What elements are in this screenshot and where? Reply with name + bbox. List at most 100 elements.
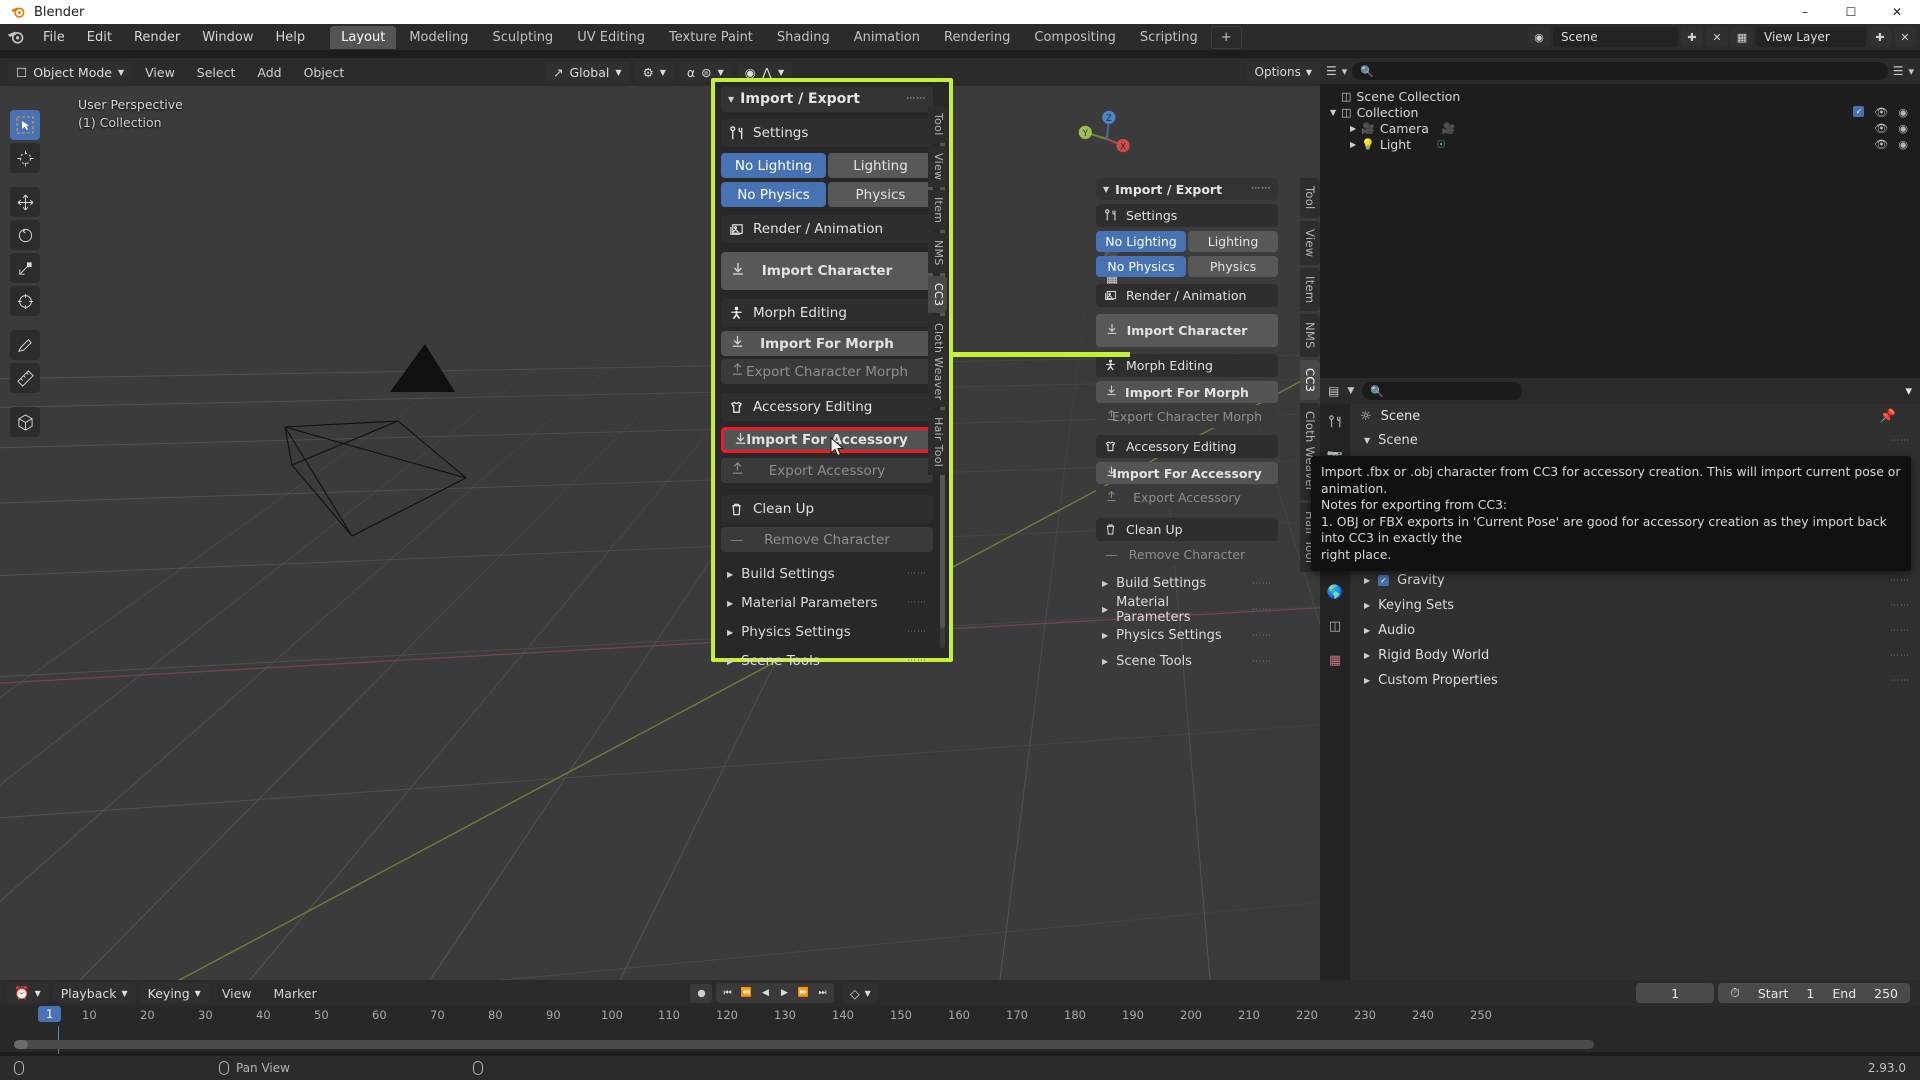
add-workspace-button[interactable]: + (1210, 25, 1242, 49)
morph-editing-button[interactable]: Morph Editing (721, 299, 933, 327)
navigation-gizmo[interactable]: X Y Z (1074, 106, 1140, 172)
import-for-accessory-button[interactable]: Import For Accessory (721, 427, 933, 453)
viewport-menu-object[interactable]: Object (295, 62, 354, 83)
callout-tab-view[interactable]: View (928, 145, 947, 187)
eye-icon[interactable]: 👁 (1874, 122, 1888, 135)
outliner-display-mode-icon[interactable]: ▾ (1342, 65, 1348, 78)
sidebar-tab-item[interactable]: Item (1300, 268, 1320, 312)
properties-section-audio[interactable]: ▶ Audio ⋯⋯ (1350, 618, 1920, 643)
viewport-options-dropdown[interactable]: Options ▼ (1246, 62, 1320, 82)
collection-tab-icon[interactable]: ◫ (1325, 616, 1345, 636)
camera-render-icon[interactable]: ◉ (1898, 122, 1908, 135)
transform-tool[interactable] (10, 286, 40, 316)
sidebar-tab-view[interactable]: View (1300, 220, 1320, 266)
tab-compositing[interactable]: Compositing (1023, 26, 1127, 49)
play-reverse-icon[interactable]: ◀ (757, 985, 774, 1002)
menu-edit[interactable]: Edit (76, 27, 123, 48)
checkbox-icon[interactable]: ✓ (1378, 575, 1390, 586)
maximize-button[interactable]: ☐ (1828, 0, 1874, 24)
timeline-marker-menu[interactable]: Marker (265, 983, 326, 1004)
properties-section-scene[interactable]: ▼ Scene ⋯⋯ (1350, 428, 1920, 453)
keyframe-type-dropdown[interactable]: ◇ ▼ (842, 983, 879, 1003)
scene-browse-icon[interactable]: ◉ (1528, 27, 1550, 47)
render-animation-button[interactable]: Render / Animation (721, 215, 933, 243)
callout-tab-cc3[interactable]: CC3 (928, 275, 947, 314)
sidebar-no-lighting-button[interactable]: No Lighting (1096, 231, 1186, 252)
snap-pivot-dropdown[interactable]: ⚙ ▼ (634, 62, 674, 82)
current-frame-field[interactable]: 1 (1636, 983, 1715, 1003)
tool-tab-icon[interactable] (1325, 412, 1345, 432)
properties-search-input[interactable]: 🔍 (1362, 382, 1523, 400)
timeline-scrollbar[interactable] (14, 1040, 1594, 1049)
rotate-tool[interactable] (10, 220, 40, 250)
tab-layout[interactable]: Layout (330, 25, 397, 49)
menu-render[interactable]: Render (123, 27, 191, 48)
blender-menu-icon[interactable] (6, 28, 26, 46)
sidebar-section-scene-tools[interactable]: ▶ Scene Tools ⋯⋯ (1096, 650, 1278, 673)
sidebar-tab-tool[interactable]: Tool (1300, 178, 1320, 218)
sidebar-morph-editing-button[interactable]: Morph Editing (1096, 354, 1278, 377)
outliner-row-camera[interactable]: ▶ 🎥 Camera 🎥 👁 ◉ (1320, 120, 1920, 136)
sidebar-tab-nms[interactable]: NMS (1300, 314, 1320, 358)
menu-help[interactable]: Help (265, 27, 317, 48)
outliner-row-scene-collection[interactable]: ◫ Scene Collection (1320, 88, 1920, 104)
tab-shading[interactable]: Shading (766, 26, 841, 49)
3d-viewport[interactable]: User Perspective (1) Collection X Y Z ▦ … (0, 86, 1320, 980)
transform-orientation-dropdown[interactable]: ↗ Global ▼ (545, 62, 630, 82)
tab-uv-editing[interactable]: UV Editing (566, 26, 656, 49)
outliner-row-collection[interactable]: ▼ ◫ Collection ✓ 👁 ◉ (1320, 104, 1920, 120)
import-character-button[interactable]: Import Character (721, 252, 933, 290)
sidebar-no-physics-button[interactable]: No Physics (1096, 256, 1186, 277)
tab-scripting[interactable]: Scripting (1129, 26, 1209, 49)
unlink-scene-button[interactable]: ✕ (1706, 27, 1728, 47)
import-for-morph-button[interactable]: Import For Morph (721, 331, 933, 356)
timeline-keying-menu[interactable]: Keying ▼ (139, 983, 209, 1003)
tab-texture-paint[interactable]: Texture Paint (658, 26, 764, 49)
prev-keyframe-icon[interactable]: ⏪ (738, 985, 755, 1002)
outliner-options-icon[interactable]: ▾ (1908, 65, 1914, 78)
minimize-button[interactable]: – (1782, 0, 1828, 24)
callout-tab-item[interactable]: Item (928, 189, 947, 231)
properties-editor-type-icon[interactable]: ▤ (1328, 384, 1339, 398)
eye-icon[interactable]: 👁 (1874, 106, 1888, 119)
timeline-editor-type-button[interactable]: ⏰ ▼ (6, 983, 49, 1003)
properties-options-icon[interactable]: ▾ (1905, 384, 1912, 399)
measure-tool[interactable] (10, 363, 40, 393)
properties-section-custom-properties[interactable]: ▶ Custom Properties ⋯⋯ (1350, 668, 1920, 693)
new-viewlayer-button[interactable]: ✚ (1869, 27, 1891, 47)
properties-section-rigid-body-world[interactable]: ▶ Rigid Body World ⋯⋯ (1350, 643, 1920, 668)
menu-file[interactable]: File (32, 27, 76, 48)
settings-button[interactable]: Settings (721, 119, 933, 147)
section-physics-settings[interactable]: ▶ Physics Settings ⋯⋯ (721, 619, 933, 645)
sidebar-physics-button[interactable]: Physics (1188, 256, 1278, 277)
play-icon[interactable]: ▶ (776, 985, 793, 1002)
cursor-tool[interactable] (10, 143, 40, 173)
sidebar-import-for-accessory-button[interactable]: Import For Accessory (1096, 462, 1278, 484)
timeline-ruler[interactable]: 1 10 20 30 40 50 60 70 80 90 100 110 120… (0, 1006, 1920, 1054)
viewport-menu-select[interactable]: Select (188, 62, 245, 83)
sidebar-render-animation-button[interactable]: Render / Animation (1096, 284, 1278, 307)
physics-button[interactable]: Physics (828, 182, 933, 207)
playhead-label[interactable]: 1 (38, 1006, 62, 1022)
chevron-right-icon[interactable]: ▶ (1350, 140, 1356, 149)
tab-rendering[interactable]: Rendering (933, 26, 1021, 49)
sidebar-lighting-button[interactable]: Lighting (1188, 231, 1278, 252)
close-button[interactable]: ✕ (1874, 0, 1920, 24)
outliner-row-light[interactable]: ▶ 💡 Light ☉ 👁 ◉ (1320, 136, 1920, 152)
callout-tab-hair-tool[interactable]: Hair Tool (928, 410, 947, 475)
record-icon[interactable] (690, 983, 712, 1003)
scale-tool[interactable] (10, 253, 40, 283)
callout-tab-cloth-weaver[interactable]: Cloth Weaver (928, 316, 947, 408)
sidebar-accessory-editing-button[interactable]: Accessory Editing (1096, 435, 1278, 458)
filter-icon[interactable]: ☰ (1893, 64, 1904, 78)
callout-tab-nms[interactable]: NMS (928, 233, 947, 273)
camera-render-icon[interactable]: ◉ (1898, 138, 1908, 151)
view-layer-field[interactable]: View Layer (1756, 27, 1866, 47)
chevron-right-icon[interactable]: ▶ (1350, 124, 1356, 133)
world-tab-icon[interactable]: 🌎 (1325, 582, 1345, 602)
sidebar-import-character-button[interactable]: Import Character (1096, 314, 1278, 347)
tab-sculpting[interactable]: Sculpting (481, 26, 564, 49)
jump-start-icon[interactable]: ⏮ (719, 985, 736, 1002)
section-scene-tools[interactable]: ▶ Scene Tools ⋯⋯ (721, 648, 933, 674)
checkbox-icon[interactable]: ✓ (1853, 105, 1865, 117)
